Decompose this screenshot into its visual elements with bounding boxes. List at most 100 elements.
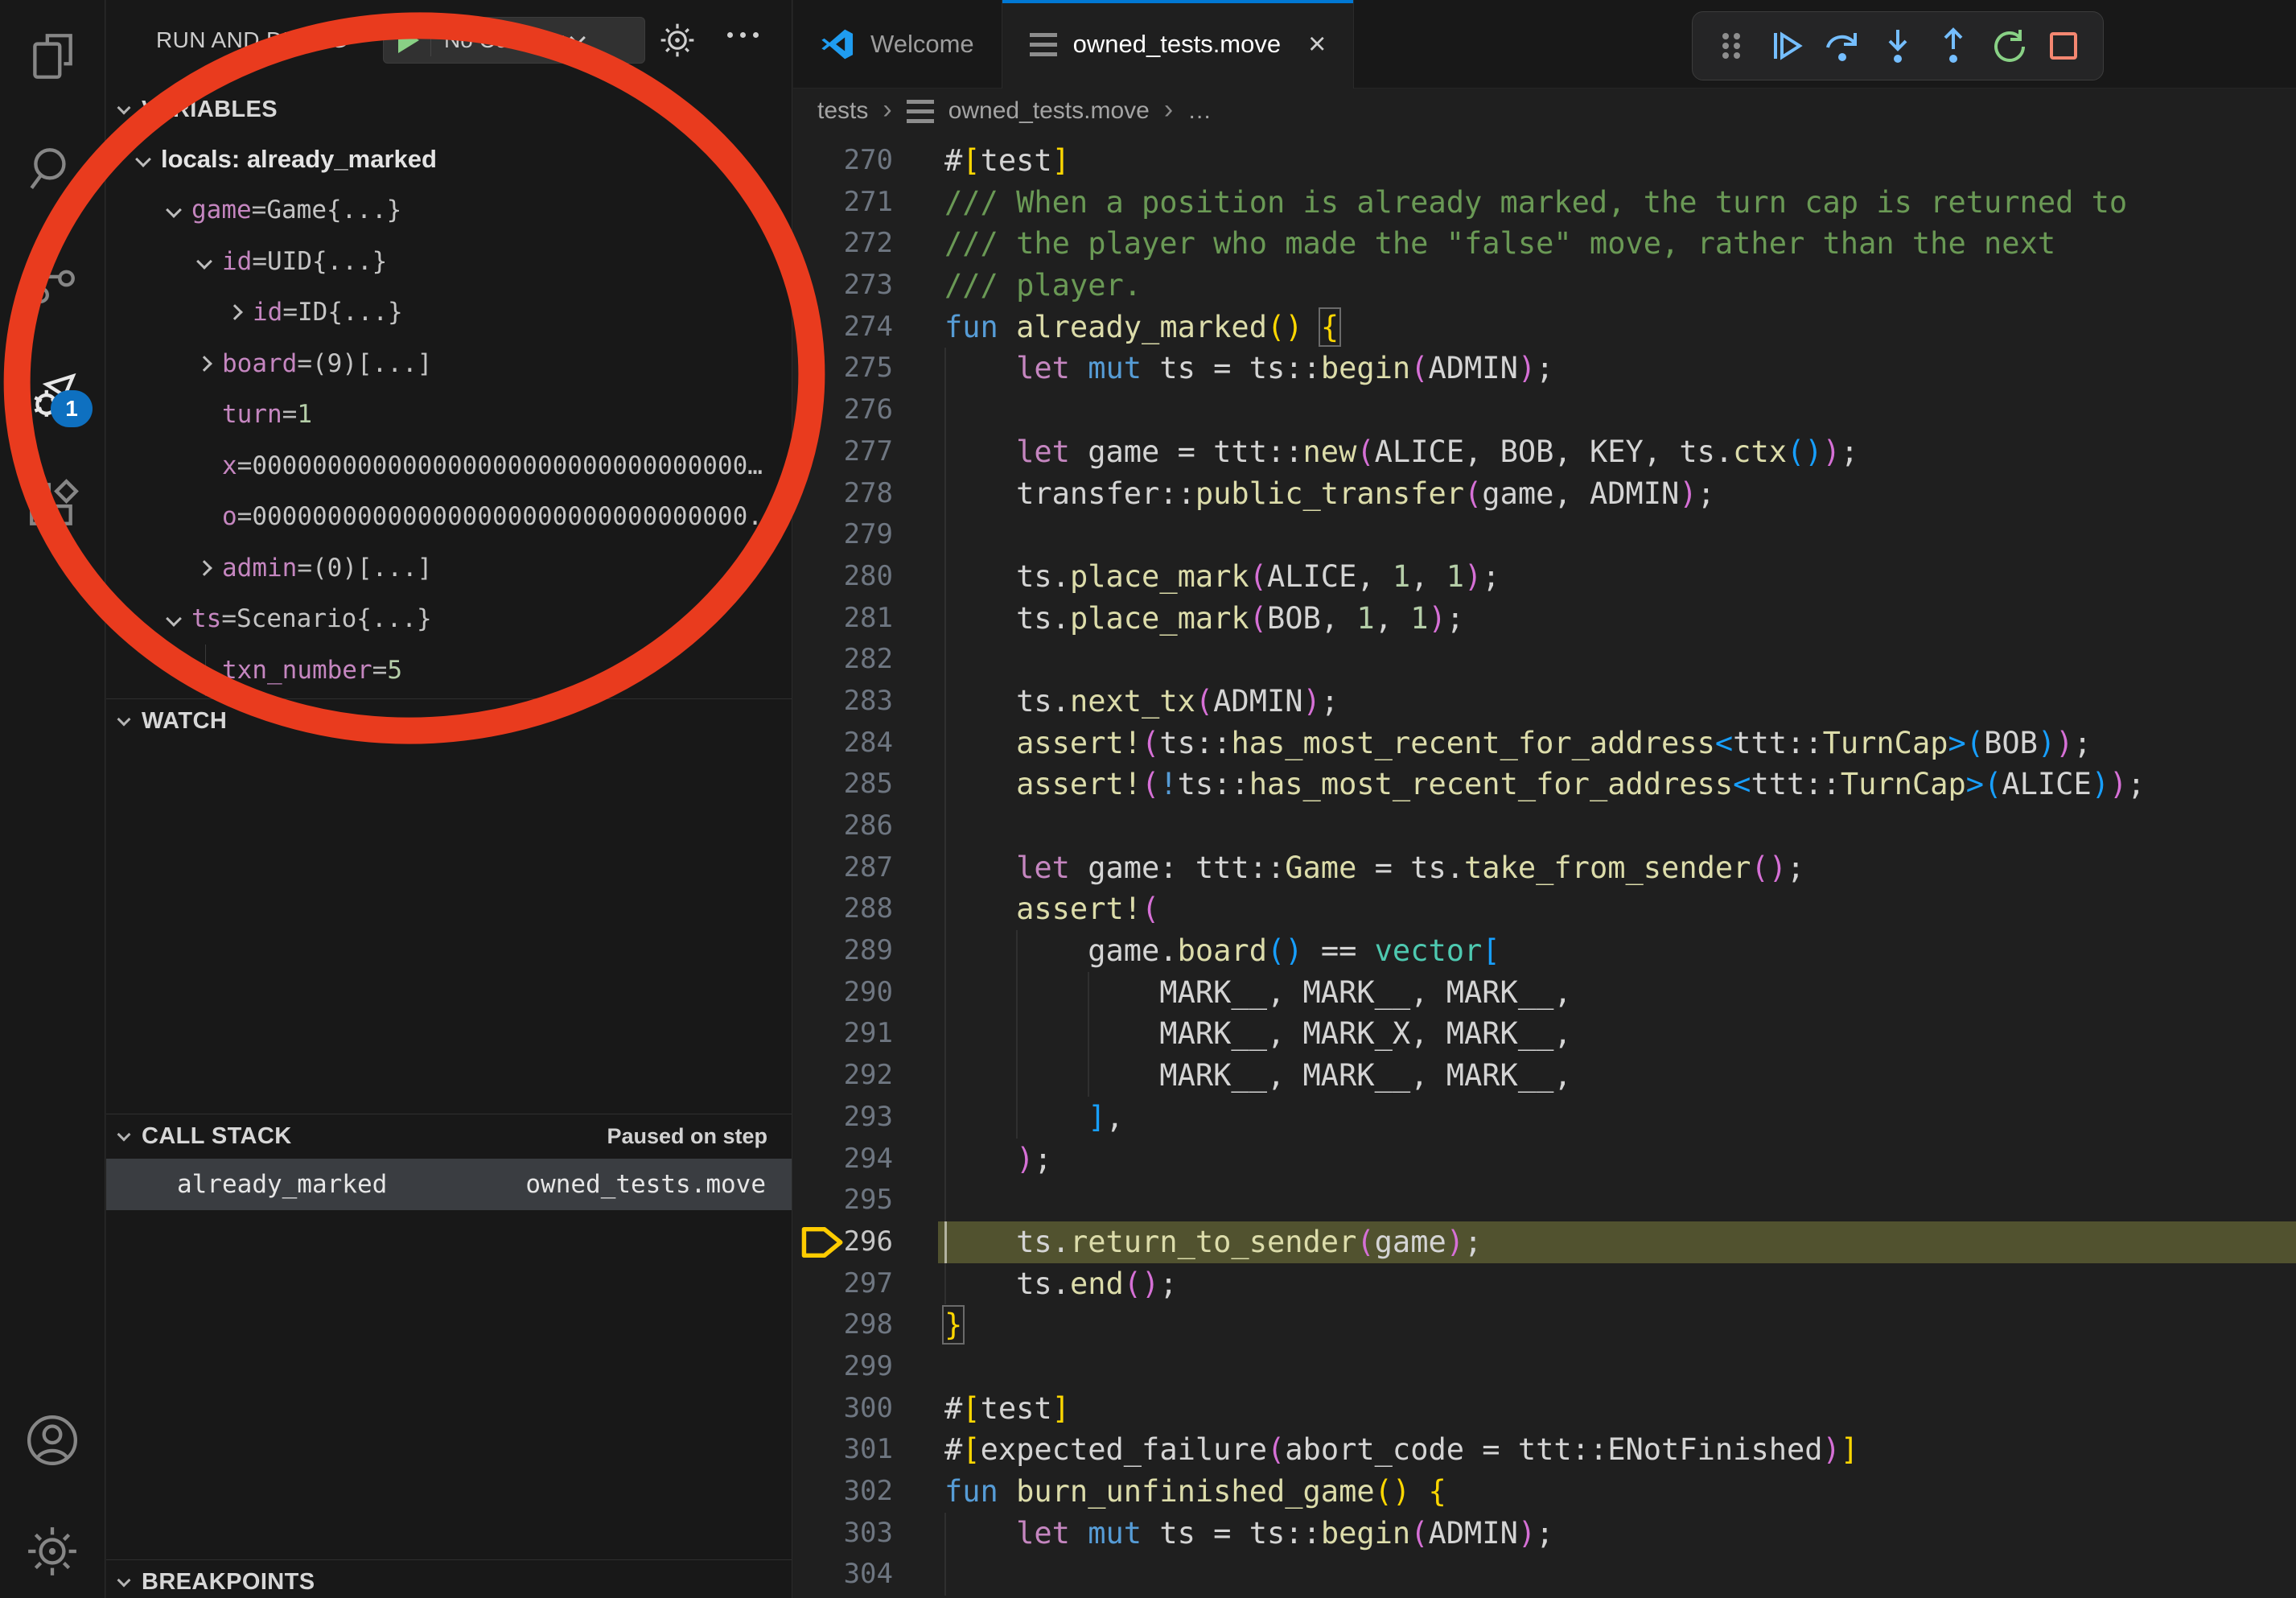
chevron-right-icon[interactable] xyxy=(187,550,222,586)
run-and-debug-icon[interactable]: 1 xyxy=(25,366,80,421)
code-line[interactable]: 286 xyxy=(793,805,2296,847)
close-tab-icon[interactable]: × xyxy=(1308,27,1326,62)
line-number: 302 xyxy=(793,1471,938,1513)
variable-row[interactable]: x = 000000000000000000000000000000000… xyxy=(106,440,792,492)
chevron-down-icon[interactable] xyxy=(156,192,191,228)
variable-value: 000000000000000000000000000000000. xyxy=(252,502,763,531)
code-line[interactable]: 295 xyxy=(793,1180,2296,1221)
variable-row[interactable]: id = UID{...} xyxy=(106,236,792,287)
tab-welcome[interactable]: Welcome xyxy=(793,0,1002,89)
code-line[interactable]: 272/// the player who made the "false" m… xyxy=(793,223,2296,265)
step-over-button[interactable] xyxy=(1821,25,1863,67)
indent-guide xyxy=(1016,930,1018,972)
code-line[interactable]: 289 game.board() == vector[ xyxy=(793,930,2296,972)
current-debug-line[interactable]: 296 ts.return_to_sender(game); xyxy=(793,1221,2296,1263)
chevron-down-icon[interactable] xyxy=(156,601,191,636)
call-stack-frame[interactable]: already_marked owned_tests.move xyxy=(106,1159,792,1210)
variable-row[interactable]: board = (9)[...] xyxy=(106,338,792,389)
code-line[interactable]: 287 let game: ttt::Game = ts.take_from_s… xyxy=(793,847,2296,889)
variable-row[interactable]: txn_number = 5 xyxy=(106,645,792,696)
code-line[interactable]: 302fun burn_unfinished_game() { xyxy=(793,1471,2296,1513)
indent-guide xyxy=(1088,972,1089,1014)
code-line[interactable]: 281 ts.place_mark(BOB, 1, 1); xyxy=(793,598,2296,640)
more-actions-icon[interactable] xyxy=(727,32,759,38)
indent-guide xyxy=(944,1139,946,1180)
breadcrumb-item[interactable]: owned_tests.move xyxy=(948,97,1150,125)
variable-row[interactable]: admin = (0)[...] xyxy=(106,542,792,594)
code-line[interactable]: 300#[test] xyxy=(793,1388,2296,1430)
code-line[interactable]: 304 xyxy=(793,1554,2296,1596)
start-debug-icon[interactable] xyxy=(398,27,419,53)
line-number: 280 xyxy=(793,556,938,598)
variable-row[interactable]: o = 000000000000000000000000000000000. xyxy=(106,492,792,543)
line-number: 291 xyxy=(793,1013,938,1055)
debug-settings-gear-icon[interactable] xyxy=(658,21,697,60)
toolbar-drag-handle[interactable] xyxy=(1710,25,1752,67)
code-line[interactable]: 298} xyxy=(793,1304,2296,1346)
code-line[interactable]: 282 xyxy=(793,639,2296,681)
code-line[interactable]: 278 transfer::public_transfer(game, ADMI… xyxy=(793,473,2296,515)
launch-config-dropdown[interactable]: No Configur xyxy=(383,17,645,64)
code-line[interactable]: 273/// player. xyxy=(793,265,2296,307)
variable-name: admin xyxy=(222,554,297,583)
chevron-down-icon[interactable] xyxy=(187,244,222,279)
code-line[interactable]: 285 assert!(!ts::has_most_recent_for_add… xyxy=(793,764,2296,805)
breadcrumb-item[interactable]: tests xyxy=(817,97,868,125)
code-line[interactable]: 291 MARK__, MARK_X, MARK__, xyxy=(793,1013,2296,1055)
indent-guide xyxy=(1088,1013,1089,1055)
code-line[interactable]: 299 xyxy=(793,1346,2296,1388)
breadcrumb-item[interactable]: … xyxy=(1187,97,1212,125)
step-out-button[interactable] xyxy=(1932,25,1974,67)
breadcrumb[interactable]: tests › owned_tests.move › … xyxy=(793,89,2296,134)
stop-button[interactable] xyxy=(2043,25,2084,67)
explorer-icon[interactable] xyxy=(25,29,80,84)
code-line[interactable]: 297 ts.end(); xyxy=(793,1263,2296,1305)
code-line[interactable]: 270#[test] xyxy=(793,140,2296,182)
search-icon[interactable] xyxy=(25,142,80,196)
breakpoints-section-header[interactable]: BREAKPOINTS xyxy=(106,1563,792,1598)
watch-section-header[interactable]: WATCH xyxy=(106,702,792,740)
settings-gear-icon[interactable] xyxy=(25,1524,80,1579)
code-line[interactable]: 288 assert!( xyxy=(793,888,2296,930)
code-line[interactable]: 301#[expected_failure(abort_code = ttt::… xyxy=(793,1429,2296,1471)
variable-name: game xyxy=(191,196,252,224)
chevron-right-icon[interactable] xyxy=(217,294,253,330)
chevron-spacer xyxy=(187,499,222,534)
code-line[interactable]: 303 let mut ts = ts::begin(ADMIN); xyxy=(793,1513,2296,1555)
variable-row[interactable]: id = ID{...} xyxy=(106,287,792,339)
code-line[interactable]: 271/// When a position is already marked… xyxy=(793,182,2296,224)
call-stack-section-header[interactable]: CALL STACK Paused on step xyxy=(106,1117,792,1155)
chevron-down-icon[interactable] xyxy=(125,142,161,177)
source-control-icon[interactable] xyxy=(25,252,80,307)
code-line[interactable]: 284 assert!(ts::has_most_recent_for_addr… xyxy=(793,723,2296,764)
chevron-right-icon[interactable] xyxy=(187,346,222,381)
code-editor[interactable]: 270#[test]271/// When a position is alre… xyxy=(793,134,2296,1598)
code-line[interactable]: 274fun already_marked() { xyxy=(793,307,2296,348)
code-line[interactable]: 293 ], xyxy=(793,1097,2296,1139)
code-line[interactable]: 276 xyxy=(793,389,2296,431)
variables-section-header[interactable]: VARIABLES xyxy=(106,90,792,129)
account-icon[interactable] xyxy=(25,1413,80,1468)
code-line[interactable]: 277 let game = ttt::new(ALICE, BOB, KEY,… xyxy=(793,431,2296,473)
run-and-debug-sidebar: RUN AND DEBUG No Configur VARIABLES loca… xyxy=(106,0,792,1598)
variable-row[interactable]: game = Game{...} xyxy=(106,185,792,237)
code-line[interactable]: 294 ); xyxy=(793,1139,2296,1180)
variable-name: txn_number xyxy=(222,656,372,685)
code-line[interactable]: 280 ts.place_mark(ALICE, 1, 1); xyxy=(793,556,2296,598)
variable-row[interactable]: ts = Scenario{...} xyxy=(106,594,792,645)
restart-button[interactable] xyxy=(1988,25,2030,67)
code-line[interactable]: 290 MARK__, MARK__, MARK__, xyxy=(793,972,2296,1014)
editor-group: Welcome owned_tests.move × xyxy=(793,0,2296,1598)
continue-button[interactable] xyxy=(1766,25,1808,67)
code-line[interactable]: 283 ts.next_tx(ADMIN); xyxy=(793,681,2296,723)
code-line[interactable]: 279 xyxy=(793,514,2296,556)
tab-owned-tests-move[interactable]: owned_tests.move × xyxy=(1002,0,1355,89)
variables-scope-row[interactable]: locals: already_marked xyxy=(106,134,792,185)
code-line[interactable]: 292 MARK__, MARK__, MARK__, xyxy=(793,1055,2296,1097)
code-line[interactable]: 275 let mut ts = ts::begin(ADMIN); xyxy=(793,348,2296,389)
variable-row[interactable]: turn = 1 xyxy=(106,389,792,441)
indent-guide xyxy=(944,972,946,1014)
move-file-icon xyxy=(1030,33,1057,56)
extensions-icon[interactable] xyxy=(25,476,80,531)
step-into-button[interactable] xyxy=(1877,25,1919,67)
